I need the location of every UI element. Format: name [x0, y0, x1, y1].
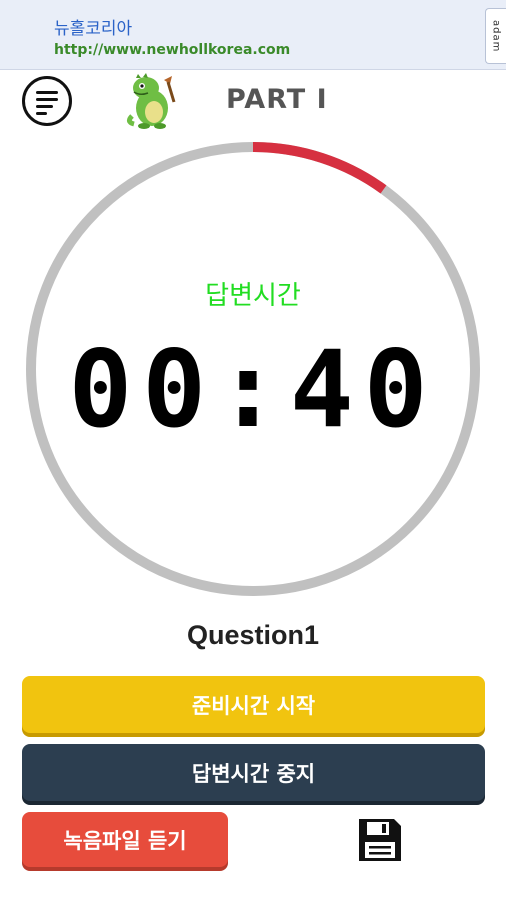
prep-time-start-button[interactable]: 준비시간 시작 — [22, 676, 485, 733]
question-label: Question1 — [186, 620, 320, 650]
ad-banner[interactable]: 뉴홀코리아 http://www.newhollkorea.com adam — [0, 0, 506, 70]
listen-recording-button[interactable]: 녹음파일 듣기 — [22, 812, 228, 867]
timer-display: 00:40 — [68, 328, 438, 451]
ad-url[interactable]: http://www.newhollkorea.com — [54, 42, 290, 58]
page-title: PART Ⅰ — [226, 84, 328, 115]
ad-badge[interactable]: adam — [485, 8, 506, 64]
timer-label: 답변시간 — [205, 281, 301, 311]
floppy-disk-icon[interactable] — [356, 816, 404, 864]
ad-badge-label: adam — [490, 19, 502, 53]
ad-title[interactable]: 뉴홀코리아 — [54, 14, 132, 39]
menu-button[interactable] — [22, 76, 72, 126]
answer-time-stop-button[interactable]: 답변시간 중지 — [22, 744, 485, 801]
dinosaur-mascot-icon — [126, 73, 176, 129]
